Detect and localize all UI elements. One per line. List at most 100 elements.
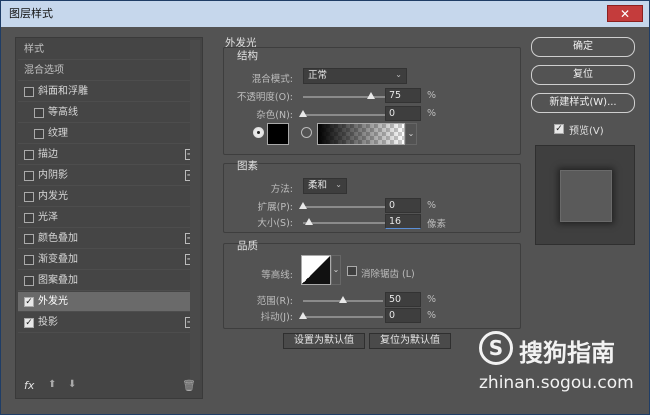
blend-mode-value: 正常 [308,70,328,81]
antialias-label: 消除锯齿 (L) [361,269,415,280]
jitter-slider-thumb[interactable] [299,312,307,319]
style-checkbox[interactable] [24,192,34,202]
set-default-button[interactable]: 设置为默认值 [283,333,365,349]
style-list-item[interactable]: 描边+ [18,145,200,165]
gradient-picker[interactable] [317,123,405,145]
style-list-label: 投影 [38,317,58,328]
style-list-item[interactable]: 纹理 [18,124,200,144]
title-bar: 图层样式 ✕ [1,1,649,27]
range-slider-thumb[interactable] [339,296,347,303]
style-checkbox[interactable] [34,129,44,139]
style-checkbox[interactable]: ✓ [24,318,34,328]
fx-button[interactable]: fx [24,379,34,392]
contour-chevron-down-icon[interactable]: ⌄ [331,255,341,285]
noise-slider[interactable] [299,110,393,117]
style-list-label: 混合选项 [24,65,64,76]
quality-title: 品质 [237,240,258,252]
style-list-label: 描边 [38,149,58,160]
style-list-label: 图案叠加 [38,275,78,286]
range-unit: % [427,294,437,305]
style-checkbox[interactable] [24,87,34,97]
antialias-checkbox[interactable] [347,266,357,276]
range-slider[interactable] [303,296,383,303]
style-list-item[interactable]: 样式 [18,40,200,60]
style-list-item[interactable]: 内阴影+ [18,166,200,186]
style-list-label: 样式 [24,44,44,55]
style-list-item[interactable]: 混合选项 [18,61,200,81]
style-checkbox[interactable] [34,108,44,118]
blend-mode-select[interactable]: 正常 ⌄ [303,68,407,84]
opacity-unit: % [427,90,437,101]
reset-button[interactable]: 复位 [531,65,635,85]
style-checkbox[interactable]: ✓ [24,297,34,307]
arrow-up-icon[interactable]: ⬆ [48,379,56,390]
style-checkbox[interactable] [24,234,34,244]
preview-checkbox[interactable]: ✓ [554,124,564,134]
new-style-button[interactable]: 新建样式(W)... [531,93,635,113]
sogou-logo-icon: S [479,331,513,365]
size-input[interactable]: 16 [385,214,421,229]
spread-slider[interactable] [299,202,393,209]
style-list-label: 外发光 [38,296,68,307]
jitter-slider[interactable] [299,312,383,319]
jitter-unit: % [427,310,437,321]
trash-icon[interactable]: 🗑 [182,379,196,392]
noise-input[interactable]: 0 [385,106,421,121]
noise-unit: % [427,108,437,119]
style-list-label: 光泽 [38,212,58,223]
arrow-down-icon[interactable]: ⬇ [68,379,76,390]
style-list-panel: 样式混合选项斜面和浮雕等高线纹理描边+内阴影+ 内发光光泽颜色叠加+渐变叠加+ 图案… [15,37,203,399]
style-list-item[interactable]: 颜色叠加+ [18,229,200,249]
style-list-item[interactable]: ✓投影+ [18,313,200,333]
style-list-item[interactable]: 图案叠加 [18,271,200,291]
style-list-item[interactable]: 斜面和浮雕 [18,82,200,102]
spread-label: 扩展(P): [257,202,293,213]
contour-preview[interactable] [301,255,331,285]
style-list-label: 内发光 [38,191,68,202]
blend-mode-label: 混合模式: [251,74,293,85]
gradient-chevron-down-icon[interactable]: ⌄ [405,123,417,145]
style-checkbox[interactable] [24,171,34,181]
ok-button[interactable]: 确定 [531,37,635,57]
style-list-label: 等高线 [48,107,78,118]
opacity-slider[interactable] [303,92,393,99]
style-list-item[interactable]: 内发光 [18,187,200,207]
spread-slider-thumb[interactable] [299,202,307,209]
spread-unit: % [427,200,437,211]
spread-input[interactable]: 0 [385,198,421,213]
style-list-label: 渐变叠加 [38,254,78,265]
watermark-url: zhinan.sogou.com [479,373,634,393]
elements-title: 图素 [237,160,258,172]
opacity-input[interactable]: 75 [385,88,421,103]
method-select[interactable]: 柔和 ⌄ [303,178,347,194]
style-list-item[interactable]: 光泽 [18,208,200,228]
noise-label: 杂色(N): [256,110,293,121]
style-list-item[interactable]: ✓ 外发光 [18,292,200,312]
close-button[interactable]: ✕ [607,5,643,22]
chevron-down-icon: ⌄ [395,70,402,79]
size-slider-thumb[interactable] [304,218,313,225]
size-slider[interactable] [303,218,393,225]
outer-glow-settings: 外发光 结构 混合模式: 正常 ⌄ 不透明度(O): 75 % 杂色(N): 0 … [215,37,521,399]
noise-slider-thumb[interactable] [299,110,307,117]
jitter-label: 抖动(J): [260,312,293,323]
opacity-slider-thumb[interactable] [366,92,375,99]
reset-default-button[interactable]: 复位为默认值 [369,333,451,349]
jitter-input[interactable]: 0 [385,308,421,323]
style-list-item[interactable]: 等高线 [18,103,200,123]
style-list-scrollbar[interactable] [190,40,200,380]
style-list-item[interactable]: 渐变叠加+ [18,250,200,270]
style-list-label: 纹理 [48,128,68,139]
method-label: 方法: [270,184,293,195]
gradient-radio[interactable] [301,127,312,138]
watermark-brand: 搜狗指南 [519,339,615,367]
style-checkbox[interactable] [24,150,34,160]
preview-swatch [560,170,612,222]
glow-color-swatch[interactable] [267,123,289,145]
solid-color-radio[interactable] [253,127,264,138]
size-unit: 像素 [427,219,447,230]
style-checkbox[interactable] [24,213,34,223]
range-input[interactable]: 50 [385,292,421,307]
style-checkbox[interactable] [24,255,34,265]
style-checkbox[interactable] [24,276,34,286]
